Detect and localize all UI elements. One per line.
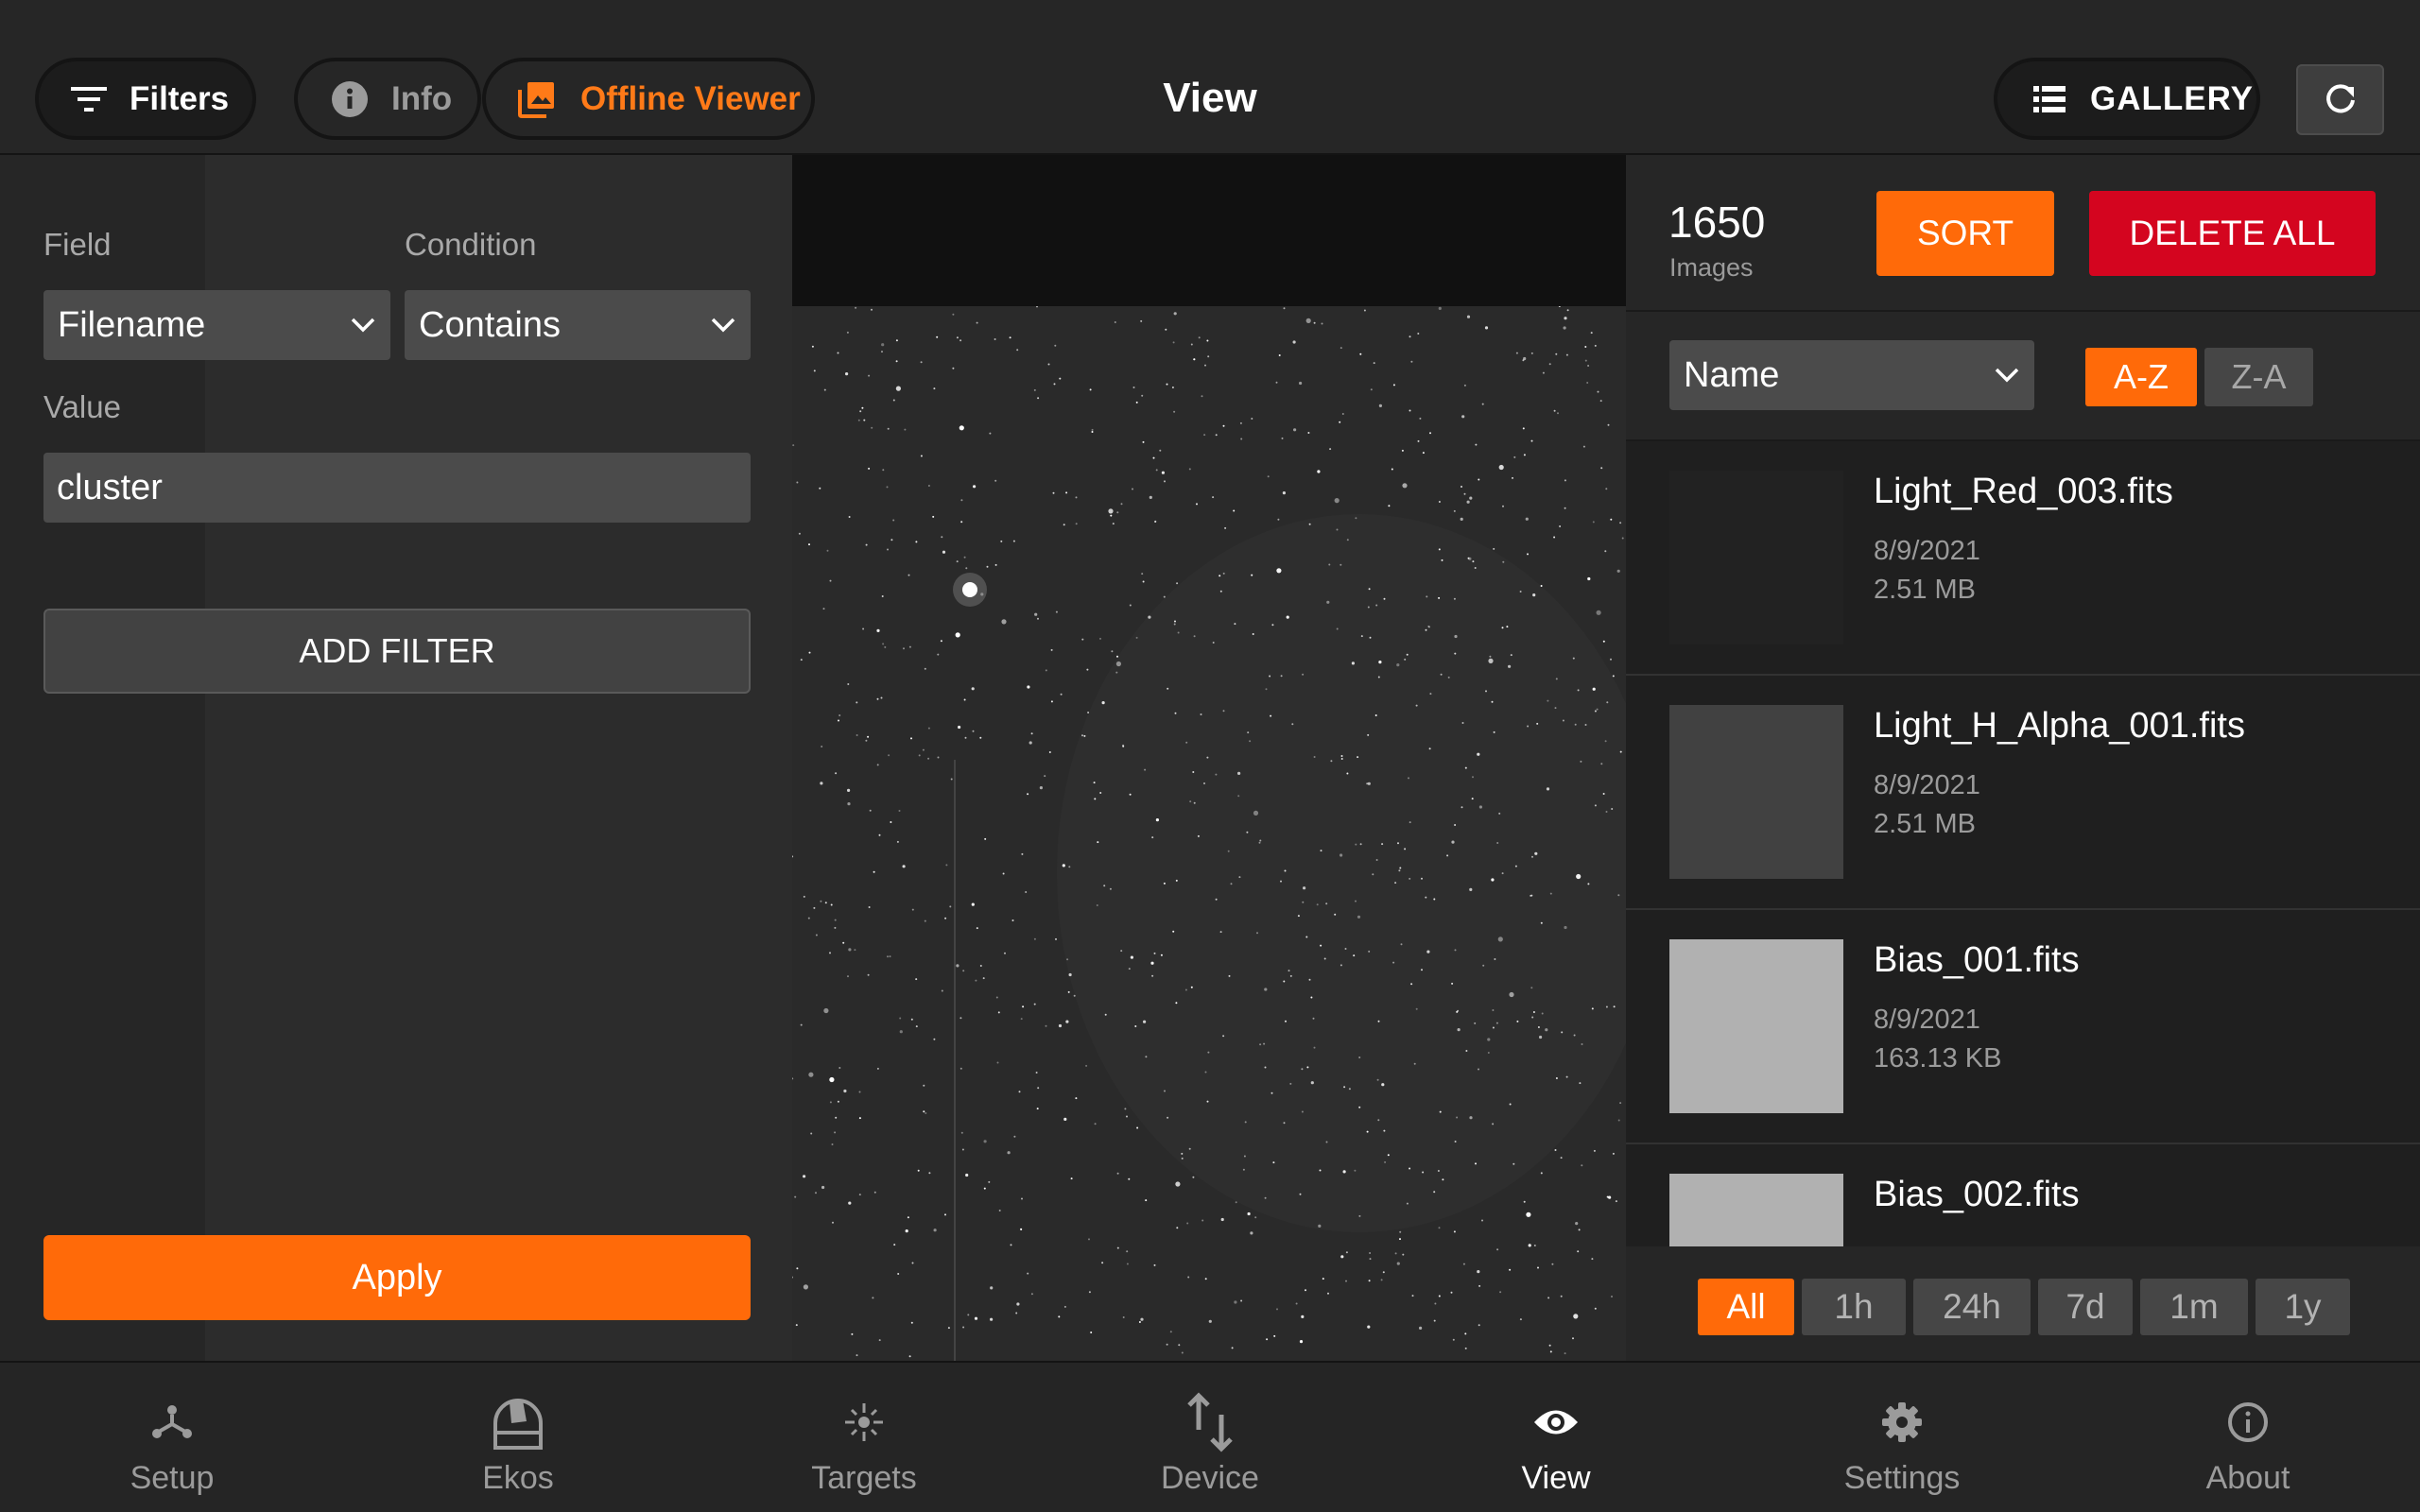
- nav-label-targets: Targets: [811, 1460, 917, 1496]
- list-view-icon: [2033, 85, 2066, 112]
- list-item[interactable]: Light_Red_003.fits 8/9/2021 2.51 MB: [1626, 441, 2420, 676]
- sort-button[interactable]: SORT: [1876, 191, 2054, 276]
- item-date: 8/9/2021: [1874, 536, 1980, 566]
- image-viewer[interactable]: [792, 155, 1626, 1361]
- info-icon: [332, 80, 368, 117]
- page-title: View: [1163, 75, 1257, 121]
- filter-list-icon: [71, 86, 107, 112]
- sort-ascending-button[interactable]: A-Z: [2085, 348, 2197, 406]
- info-tab[interactable]: Info: [294, 58, 481, 140]
- eye-icon: [1523, 1389, 1589, 1455]
- nav-item-settings[interactable]: Settings: [1779, 1363, 2025, 1512]
- item-filename: Light_Red_003.fits: [1874, 472, 2173, 511]
- filters-button-label: Filters: [130, 79, 230, 117]
- sort-descending-button[interactable]: Z-A: [2204, 348, 2313, 406]
- condition-select[interactable]: Contains: [405, 290, 751, 360]
- nav-item-ekos[interactable]: Ekos: [395, 1363, 641, 1512]
- time-filter-1h[interactable]: 1h: [1802, 1279, 1906, 1335]
- item-thumbnail: [1669, 471, 1843, 644]
- transfer-arrows-icon: [1177, 1389, 1243, 1455]
- list-item[interactable]: Bias_002.fits: [1626, 1144, 2420, 1246]
- info-circle-icon: [2215, 1389, 2281, 1455]
- top-app-bar: Filters Info Offline Viewer View GALLERY: [0, 0, 2420, 155]
- gallery-button-label: GALLERY: [2090, 79, 2254, 117]
- time-filter-1y[interactable]: 1y: [2256, 1279, 2350, 1335]
- image-list[interactable]: Light_Red_003.fits 8/9/2021 2.51 MB Ligh…: [1626, 441, 2420, 1246]
- nav-label-device: Device: [1161, 1460, 1259, 1496]
- header-divider: [1626, 310, 2420, 312]
- field-label: Field: [43, 227, 112, 262]
- item-thumbnail: [1669, 939, 1843, 1113]
- sort-field-select[interactable]: Name: [1669, 340, 2034, 410]
- value-input[interactable]: [43, 453, 751, 523]
- item-size: 163.13 KB: [1874, 1043, 2002, 1074]
- sort-field-value: Name: [1684, 354, 1780, 395]
- target-crosshair-icon: [831, 1389, 897, 1455]
- apply-button[interactable]: Apply: [43, 1235, 751, 1320]
- list-item[interactable]: Light_H_Alpha_001.fits 8/9/2021 2.51 MB: [1626, 676, 2420, 910]
- bottom-navigation: Setup Ekos Targets Device View Settings …: [0, 1361, 2420, 1512]
- observatory-dome-icon: [485, 1389, 551, 1455]
- gallery-button[interactable]: GALLERY: [1994, 58, 2260, 140]
- field-select-value: Filename: [58, 304, 206, 345]
- star-field-image: [792, 306, 1626, 1361]
- filters-button[interactable]: Filters: [35, 58, 256, 140]
- setup-icon: [139, 1389, 205, 1455]
- chevron-down-icon: [351, 318, 375, 333]
- nav-label-view: View: [1521, 1460, 1591, 1496]
- item-size: 2.51 MB: [1874, 575, 1976, 605]
- item-date: 8/9/2021: [1874, 1005, 1980, 1035]
- time-filter-7d[interactable]: 7d: [2038, 1279, 2133, 1335]
- nav-item-view[interactable]: View: [1433, 1363, 1679, 1512]
- nav-label-ekos: Ekos: [482, 1460, 554, 1496]
- item-filename: Bias_001.fits: [1874, 940, 2080, 980]
- value-label: Value: [43, 389, 121, 424]
- delete-all-button[interactable]: DELETE ALL: [2089, 191, 2376, 276]
- filter-panel: Field Condition Filename Contains Value …: [0, 155, 792, 1361]
- refresh-button[interactable]: [2296, 64, 2384, 135]
- add-filter-button[interactable]: ADD FILTER: [43, 609, 751, 694]
- item-filename: Light_H_Alpha_001.fits: [1874, 706, 2245, 746]
- time-filter-1m[interactable]: 1m: [2140, 1279, 2248, 1335]
- nav-item-device[interactable]: Device: [1087, 1363, 1333, 1512]
- time-filter-bar: All 1h 24h 7d 1m 1y: [1626, 1246, 2420, 1361]
- chevron-down-icon: [711, 318, 735, 333]
- item-thumbnail: [1669, 705, 1843, 879]
- gallery-panel: 1650 Images SORT DELETE ALL Name A-Z Z-A…: [1626, 155, 2420, 1361]
- list-item[interactable]: Bias_001.fits 8/9/2021 163.13 KB: [1626, 910, 2420, 1144]
- offline-viewer-tab[interactable]: Offline Viewer: [482, 58, 815, 140]
- offline-viewer-label: Offline Viewer: [580, 79, 801, 117]
- nav-label-settings: Settings: [1843, 1460, 1961, 1496]
- item-size: 2.51 MB: [1874, 809, 1976, 839]
- nav-item-about[interactable]: About: [2125, 1363, 2371, 1512]
- condition-label: Condition: [405, 227, 537, 262]
- nav-label-about: About: [2205, 1460, 2290, 1496]
- app-root: Filters Info Offline Viewer View GALLERY…: [0, 0, 2420, 1512]
- image-count-label: Images: [1669, 253, 1754, 282]
- item-filename: Bias_002.fits: [1874, 1175, 2080, 1214]
- photo-library-icon: [518, 81, 554, 118]
- image-count: 1650: [1668, 198, 1766, 247]
- nav-label-setup: Setup: [130, 1460, 215, 1496]
- item-thumbnail: [1669, 1174, 1843, 1246]
- time-filter-all[interactable]: All: [1698, 1279, 1794, 1335]
- item-date: 8/9/2021: [1874, 770, 1980, 800]
- nav-item-targets[interactable]: Targets: [741, 1363, 987, 1512]
- time-filter-24h[interactable]: 24h: [1913, 1279, 2031, 1335]
- chevron-down-icon: [1995, 368, 2019, 383]
- info-tab-label: Info: [391, 79, 453, 117]
- gear-icon: [1869, 1389, 1935, 1455]
- nav-item-setup[interactable]: Setup: [49, 1363, 295, 1512]
- field-select[interactable]: Filename: [43, 290, 390, 360]
- refresh-icon: [2325, 83, 2355, 112]
- condition-select-value: Contains: [419, 304, 561, 345]
